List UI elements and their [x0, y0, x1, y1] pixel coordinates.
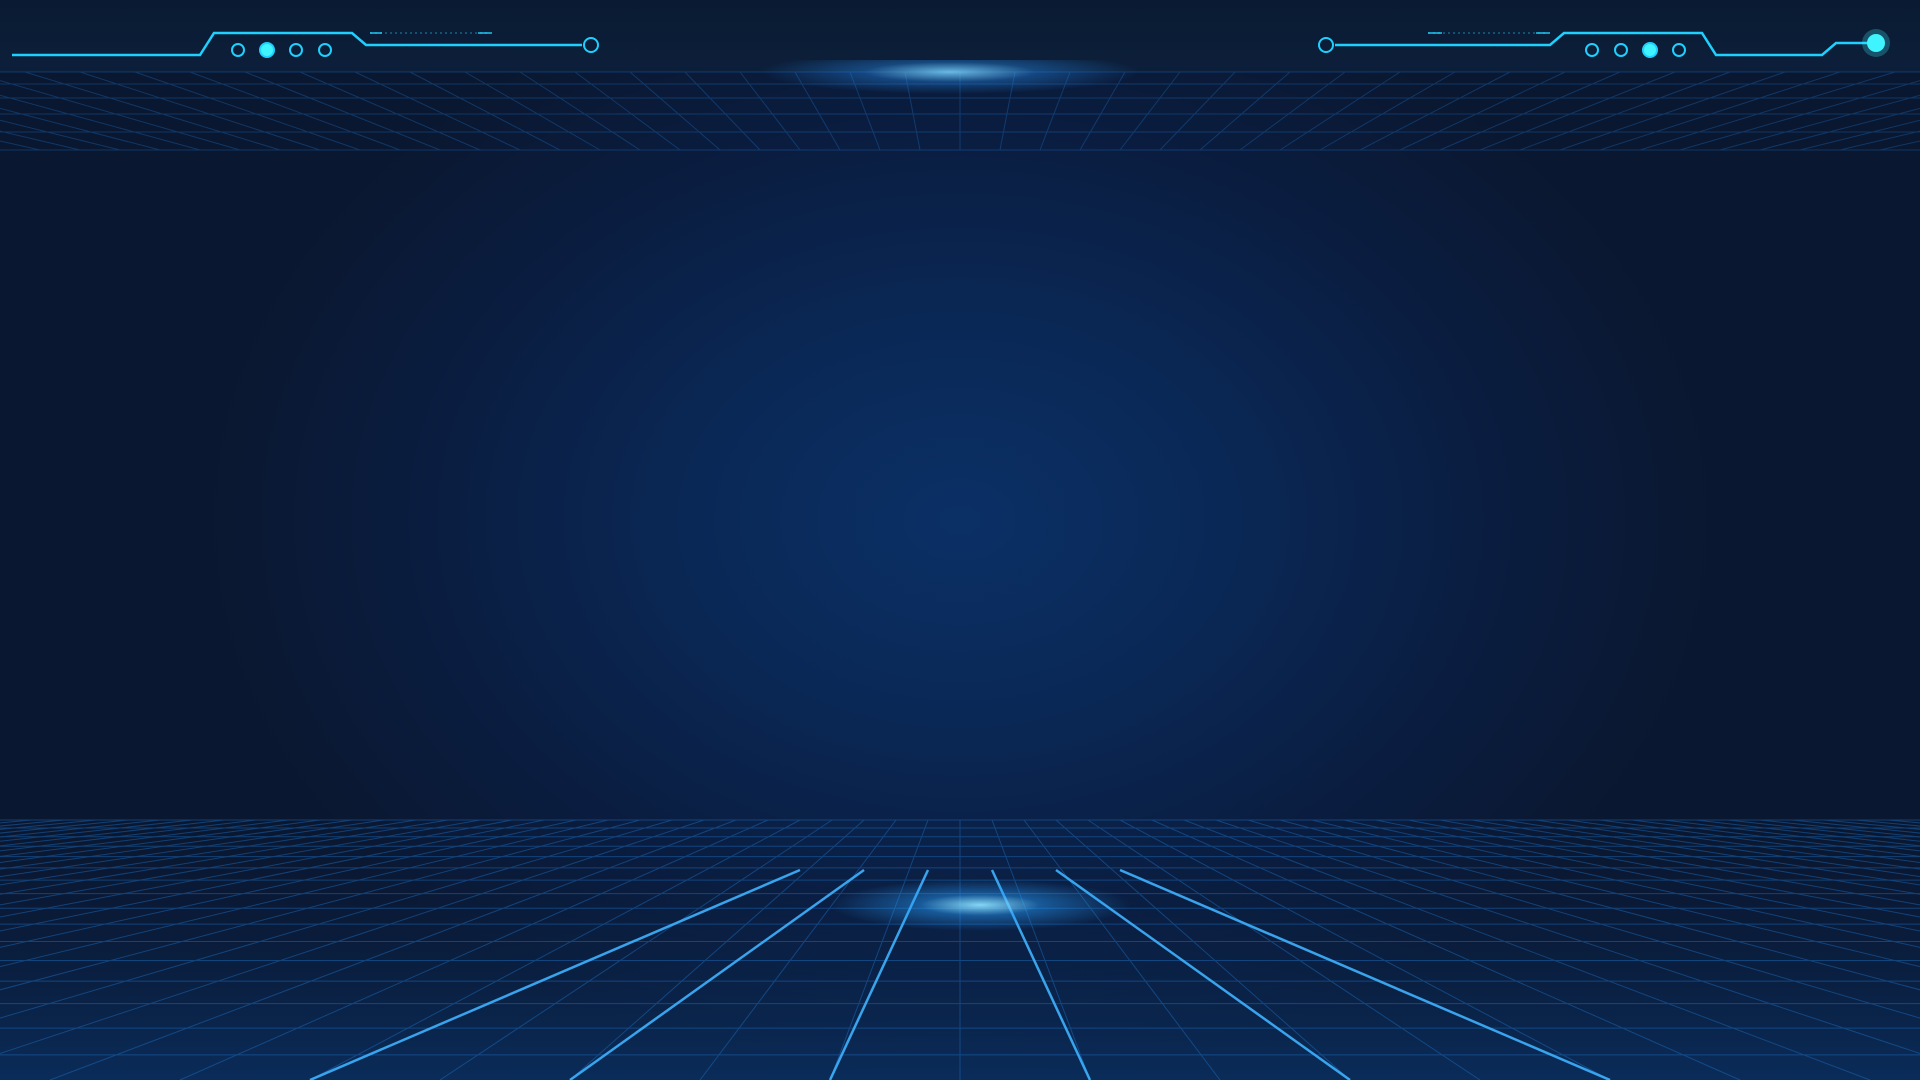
header-circuit — [12, 29, 1890, 58]
right-indicator-dot-icon — [1585, 43, 1599, 57]
left-indicator-dot-icon — [318, 43, 332, 57]
left-indicator-dot-icon — [231, 43, 245, 57]
right-indicator-dot-icon — [1614, 43, 1628, 57]
floor-light-glow — [820, 870, 1140, 940]
left-indicator-dot-icon — [289, 43, 303, 57]
left-circuit-line — [12, 31, 599, 57]
right-indicator-dot-icon — [1672, 43, 1686, 57]
right-indicator-dot-icon — [1642, 42, 1658, 58]
sci-fi-background — [0, 0, 1920, 1080]
left-indicator-dot-icon — [259, 42, 275, 58]
